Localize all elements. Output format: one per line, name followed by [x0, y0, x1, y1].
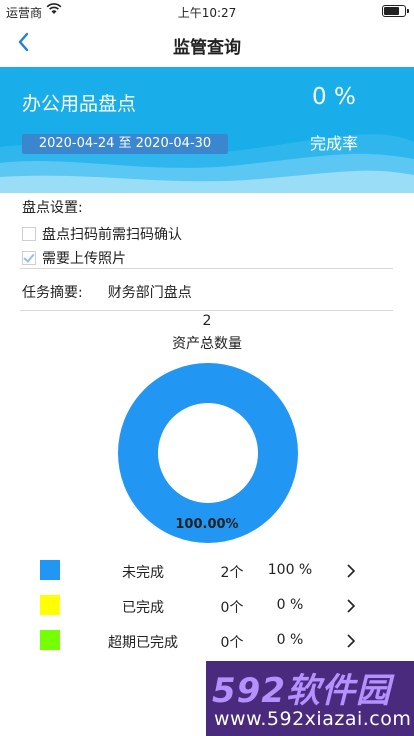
legend-percent: 0 %	[276, 597, 304, 613]
battery-icon	[382, 5, 409, 17]
legend-row-incomplete[interactable]: 未完成 2个 100 %	[0, 559, 414, 583]
legend-name: 未完成	[122, 565, 164, 581]
divider	[20, 310, 393, 311]
donut-slice-0	[118, 363, 298, 543]
chevron-right-icon[interactable]	[344, 563, 358, 579]
page-title: 监管查询	[173, 38, 241, 58]
legend-percent: 100 %	[267, 562, 313, 578]
chevron-right-icon[interactable]	[344, 598, 358, 614]
legend-swatch	[40, 560, 60, 580]
status-time: 上午10:27	[177, 6, 237, 20]
scan-confirm-label: 盘点扫码前需扫码确认	[42, 227, 182, 243]
nav-bar: 监管查询	[0, 22, 414, 64]
divider	[20, 268, 393, 269]
legend-name: 已完成	[122, 600, 164, 616]
donut-percent-label: 100.00%	[175, 517, 239, 532]
scan-confirm-checkbox[interactable]	[22, 227, 36, 241]
status-bar: 运营商 上午10:27	[0, 0, 414, 22]
watermark-url: www.592xiazai.com	[214, 708, 412, 730]
upload-photo-checkbox[interactable]	[22, 251, 36, 265]
watermark: 592软件园 www.592xiazai.com	[206, 661, 414, 736]
watermark-brand: 592软件园	[212, 671, 391, 711]
settings-heading: 盘点设置:	[22, 200, 83, 216]
summary-label: 任务摘要:	[22, 285, 83, 301]
legend-swatch	[40, 630, 60, 650]
option-scan-confirm[interactable]: 盘点扫码前需扫码确认	[22, 222, 182, 246]
option-upload-photo[interactable]: 需要上传照片	[22, 246, 182, 270]
completion-rate-label: 完成率	[310, 134, 359, 153]
legend-percent: 0 %	[276, 632, 304, 648]
date-range: 2020-04-24 至 2020-04-30	[22, 134, 228, 154]
asset-donut-chart	[118, 363, 298, 543]
legend-count: 2个	[220, 565, 244, 581]
task-title: 办公用品盘点	[22, 93, 137, 115]
legend-count: 0个	[220, 600, 244, 616]
completion-rate: 0 %	[312, 84, 356, 110]
chevron-right-icon[interactable]	[344, 633, 358, 649]
legend-name: 超期已完成	[108, 635, 178, 651]
asset-total-label: 资产总数量	[172, 336, 242, 352]
asset-total-count: 2	[202, 313, 212, 329]
inventory-settings: 盘点设置: 盘点扫码前需扫码确认 需要上传照片	[22, 197, 182, 270]
legend-row-overdue-complete[interactable]: 超期已完成 0个 0 %	[0, 629, 414, 653]
task-banner: 办公用品盘点 2020-04-24 至 2020-04-30 0 % 完成率	[0, 67, 414, 193]
task-summary: 任务摘要: 财务部门盘点	[22, 282, 192, 302]
upload-photo-label: 需要上传照片	[42, 251, 126, 267]
legend-row-complete[interactable]: 已完成 0个 0 %	[0, 594, 414, 618]
legend-swatch	[40, 595, 60, 615]
summary-value: 财务部门盘点	[107, 285, 192, 301]
legend-count: 0个	[220, 635, 244, 651]
